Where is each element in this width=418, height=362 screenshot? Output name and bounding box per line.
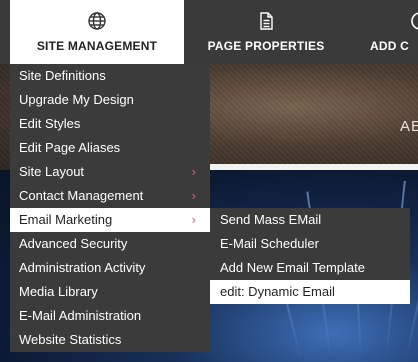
menu-item-label: Edit Page Aliases bbox=[19, 140, 121, 155]
menu-item-label: Media Library bbox=[19, 284, 98, 299]
menu-item-advanced-security[interactable]: Advanced Security bbox=[10, 232, 210, 256]
menu-item-administration-activity[interactable]: Administration Activity bbox=[10, 256, 210, 280]
site-management-button[interactable]: SITE MANAGEMENT bbox=[10, 0, 184, 64]
page-properties-label: PAGE PROPERTIES bbox=[207, 39, 325, 53]
menu-item-website-statistics[interactable]: Website Statistics bbox=[10, 328, 210, 352]
menu-item-edit-styles[interactable]: Edit Styles bbox=[10, 112, 210, 136]
chevron-right-icon: › bbox=[191, 164, 196, 179]
add-content-button[interactable]: ADD C bbox=[370, 0, 418, 64]
page-properties-button[interactable]: PAGE PROPERTIES bbox=[196, 0, 336, 64]
submenu-item-label: Send Mass EMail bbox=[220, 212, 322, 227]
menu-item-label: Website Statistics bbox=[19, 332, 122, 347]
menu-item-label: Advanced Security bbox=[19, 236, 128, 251]
menu-item-label: E-Mail Administration bbox=[19, 308, 142, 323]
submenu-item-add-email-template[interactable]: Add New Email Template bbox=[210, 256, 410, 280]
site-management-label: SITE MANAGEMENT bbox=[36, 39, 158, 53]
menu-item-email-marketing[interactable]: Email Marketing › bbox=[10, 208, 210, 232]
admin-toolbar: SITE MANAGEMENT PAGE PROPERTIES ADD C bbox=[0, 0, 418, 64]
plus-icon bbox=[411, 12, 418, 30]
menu-item-label: Site Layout bbox=[19, 164, 85, 179]
menu-item-upgrade-design[interactable]: Upgrade My Design bbox=[10, 88, 210, 112]
menu-item-contact-management[interactable]: Contact Management › bbox=[10, 184, 210, 208]
email-marketing-submenu: Send Mass EMail E-Mail Scheduler Add New… bbox=[210, 208, 410, 304]
site-management-menu: Site Definitions Upgrade My Design Edit … bbox=[10, 64, 210, 352]
menu-item-label: Administration Activity bbox=[19, 260, 146, 275]
menu-item-label: Site Definitions bbox=[19, 68, 106, 83]
page-header-title: AE bbox=[400, 118, 418, 135]
menu-item-edit-page-aliases[interactable]: Edit Page Aliases bbox=[10, 136, 210, 160]
submenu-item-email-scheduler[interactable]: E-Mail Scheduler bbox=[210, 232, 410, 256]
menu-item-site-layout[interactable]: Site Layout › bbox=[10, 160, 210, 184]
submenu-item-edit-dynamic-email[interactable]: edit: Dynamic Email bbox=[210, 280, 410, 304]
document-icon bbox=[260, 12, 273, 30]
submenu-item-send-mass-email[interactable]: Send Mass EMail bbox=[210, 208, 410, 232]
menu-item-label: Edit Styles bbox=[19, 116, 81, 131]
menu-item-label: Contact Management bbox=[19, 188, 144, 203]
menu-item-label: Email Marketing bbox=[19, 212, 113, 227]
menu-item-label: Upgrade My Design bbox=[19, 92, 134, 107]
submenu-item-label: Add New Email Template bbox=[220, 260, 365, 275]
chevron-right-icon: › bbox=[191, 188, 196, 203]
submenu-item-label: E-Mail Scheduler bbox=[220, 236, 319, 251]
chevron-right-icon: › bbox=[191, 212, 196, 227]
menu-item-site-definitions[interactable]: Site Definitions bbox=[10, 64, 210, 88]
globe-icon bbox=[88, 12, 106, 30]
add-content-label: ADD C bbox=[370, 39, 409, 53]
menu-item-media-library[interactable]: Media Library bbox=[10, 280, 210, 304]
submenu-item-label: edit: Dynamic Email bbox=[220, 284, 335, 299]
menu-item-email-administration[interactable]: E-Mail Administration bbox=[10, 304, 210, 328]
